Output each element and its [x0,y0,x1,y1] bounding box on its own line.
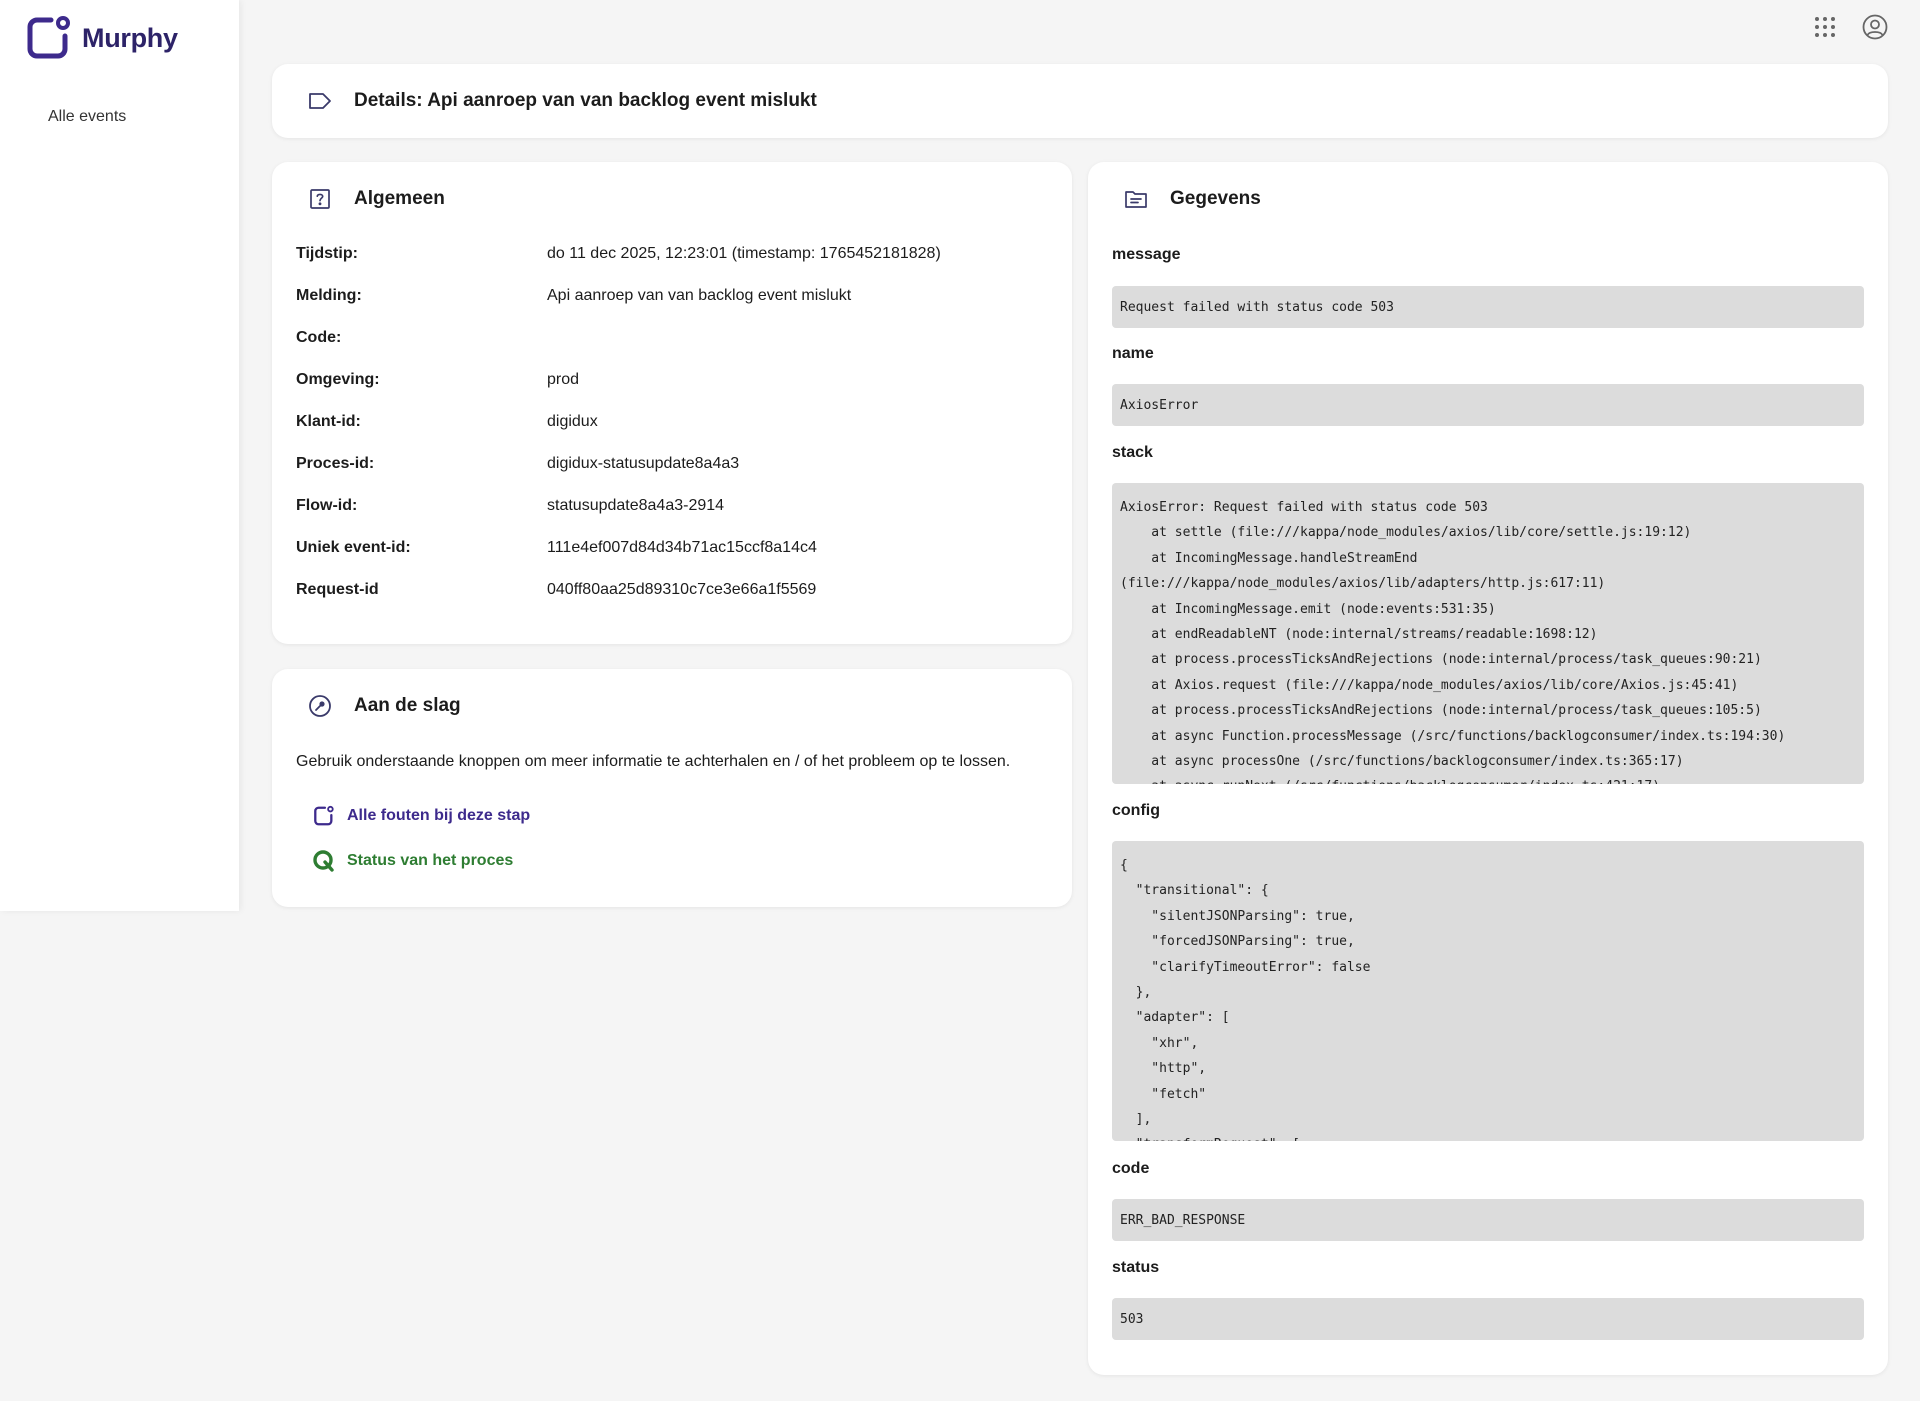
aan-de-slag-card: Aan de slag Gebruik onderstaande knoppen… [272,669,1072,907]
apps-grid-icon[interactable] [1812,14,1838,40]
field-value-code: ERR_BAD_RESPONSE [1112,1199,1864,1241]
algemeen-title: Algemeen [354,188,445,209]
detail-row: Tijdstip: do 11 dec 2025, 12:23:01 (time… [296,233,1048,275]
page-title: Details: Api aanroep van van backlog eve… [354,90,817,111]
detail-value: digidux [547,413,598,430]
field-value-config[interactable]: { "transitional": { "silentJSONParsing":… [1112,841,1864,1141]
detail-row: Uniek event-id: 111e4ef007d84d34b71ac15c… [296,527,1048,569]
detail-label: Code: [296,329,342,346]
app-name: Murphy [82,22,178,53]
process-status-label: Status van het proces [347,852,514,869]
field-label-status: status [1112,1259,1160,1276]
detail-value: digidux-statusupdate8a4a3 [547,455,740,472]
field-value-status: 503 [1112,1298,1864,1340]
help-square-icon [308,187,332,211]
murphy-logo-icon [27,16,70,59]
detail-value: statusupdate8a4a3-2914 [547,497,725,514]
detail-value: do 11 dec 2025, 12:23:01 (timestamp: 176… [547,245,941,262]
app-logo[interactable]: Murphy [25,14,178,62]
detail-value: prod [547,371,580,388]
field-label-message: message [1112,246,1181,263]
detail-value: 111e4ef007d84d34b71ac15ccf8a14c4 [547,539,817,556]
aan-de-slag-title: Aan de slag [354,695,461,716]
detail-label: Flow-id: [296,497,358,514]
detail-row: Flow-id: statusupdate8a4a3-2914 [296,485,1048,527]
sidebar: Murphy Alle events [0,0,239,911]
field-label-config: config [1112,802,1160,819]
gegevens-card: Gegevens message Request failed with sta… [1088,162,1888,1375]
detail-row: Melding: Api aanroep van van backlog eve… [296,275,1048,317]
detail-value: 040ff80aa25d89310c7ce3e66a1f5569 [547,581,817,598]
all-errors-at-step-link[interactable]: Alle fouten bij deze stap [312,804,530,828]
detail-label: Uniek event-id: [296,539,411,556]
detail-label: Omgeving: [296,371,380,388]
detail-label: Request-id [296,581,379,598]
label-tag-icon [308,89,332,113]
detail-row: Klant-id: digidux [296,401,1048,443]
detail-label: Proces-id: [296,455,375,472]
detail-label: Melding: [296,287,362,304]
gegevens-title: Gegevens [1170,188,1261,209]
detail-row: Request-id 040ff80aa25d89310c7ce3e66a1f5… [296,569,1048,611]
field-label-stack: stack [1112,444,1153,461]
topbar-icons [1812,14,1888,40]
field-value-message: Request failed with status code 503 [1112,286,1864,328]
folder-list-icon [1124,187,1148,211]
process-status-link[interactable]: Status van het proces [312,849,513,873]
field-value-stack[interactable]: AxiosError: Request failed with status c… [1112,483,1864,784]
field-label-name: name [1112,345,1154,362]
detail-row: Code: [296,317,1048,359]
details-list: Tijdstip: do 11 dec 2025, 12:23:01 (time… [296,233,1048,611]
algemeen-card: Algemeen Tijdstip: do 11 dec 2025, 12:23… [272,162,1072,644]
aan-de-slag-description: Gebruik onderstaande knoppen om meer inf… [296,753,1011,770]
user-account-icon[interactable] [1862,14,1888,40]
detail-row: Proces-id: digidux-statusupdate8a4a3 [296,443,1048,485]
wrench-circle-icon [308,694,332,718]
field-value-name: AxiosError [1112,384,1864,426]
q-search-icon [312,849,336,873]
murphy-logo-icon [312,804,336,828]
field-label-code: code [1112,1160,1150,1177]
all-errors-at-step-label: Alle fouten bij deze stap [347,807,531,824]
detail-row: Omgeving: prod [296,359,1048,401]
title-card: Details: Api aanroep van van backlog eve… [272,64,1888,138]
detail-label: Klant-id: [296,413,361,430]
detail-value: Api aanroep van van backlog event misluk… [547,287,852,304]
sidebar-item-alle-events[interactable]: Alle events [48,108,126,126]
detail-label: Tijdstip: [296,245,358,262]
